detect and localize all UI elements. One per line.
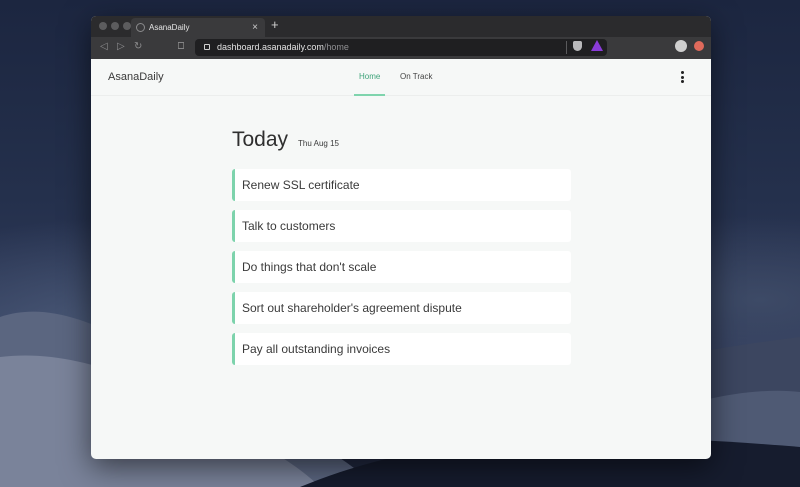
- nav-on-track[interactable]: On Track: [400, 72, 432, 81]
- app-navbar: AsanaDaily Home On Track: [91, 59, 711, 96]
- bookmark-icon[interactable]: ⎕: [178, 41, 184, 52]
- url-path: /home: [323, 42, 349, 52]
- browser-tab[interactable]: AsanaDaily ×: [131, 18, 265, 37]
- tab-bar: AsanaDaily × +: [91, 16, 711, 37]
- address-bar[interactable]: dashboard.asanadaily.com/home: [195, 39, 607, 56]
- forward-icon[interactable]: ▷: [117, 41, 125, 52]
- active-nav-indicator: [354, 94, 385, 96]
- browser-toolbar: ◁ ▷ ↻ ⎕ dashboard.asanadaily.com/home: [91, 37, 711, 59]
- favicon-icon: [136, 23, 145, 32]
- minimize-window-button[interactable]: [111, 22, 119, 30]
- extension-icon[interactable]: [694, 41, 704, 51]
- back-icon[interactable]: ◁: [100, 41, 108, 52]
- brave-rewards-icon[interactable]: [591, 40, 603, 51]
- nav-home[interactable]: Home: [359, 72, 380, 81]
- today-panel: Today Thu Aug 15 Renew SSL certificate T…: [232, 128, 571, 365]
- task-item[interactable]: Renew SSL certificate: [232, 169, 571, 201]
- tab-title: AsanaDaily: [149, 23, 190, 32]
- kebab-menu-icon[interactable]: [681, 71, 685, 85]
- close-tab-icon[interactable]: ×: [252, 18, 258, 37]
- profile-avatar-icon[interactable]: [675, 40, 687, 52]
- page-title: Today: [232, 128, 289, 151]
- reload-icon[interactable]: ↻: [134, 41, 142, 52]
- today-header: Today Thu Aug 15: [232, 128, 571, 156]
- maximize-window-button[interactable]: [123, 22, 131, 30]
- toolbar-divider: [566, 41, 567, 54]
- brand-logo[interactable]: AsanaDaily: [108, 71, 164, 83]
- task-item[interactable]: Sort out shareholder's agreement dispute: [232, 292, 571, 324]
- task-item[interactable]: Talk to customers: [232, 210, 571, 242]
- close-window-button[interactable]: [99, 22, 107, 30]
- lock-icon: [204, 44, 210, 50]
- today-date: Thu Aug 15: [298, 139, 339, 148]
- url-host: dashboard.asanadaily.com: [217, 42, 324, 52]
- task-item[interactable]: Pay all outstanding invoices: [232, 333, 571, 365]
- browser-window: AsanaDaily × + ◁ ▷ ↻ ⎕ dashboard.asanada…: [91, 16, 711, 459]
- new-tab-button[interactable]: +: [271, 17, 279, 32]
- brave-shield-icon[interactable]: [573, 41, 582, 51]
- task-item[interactable]: Do things that don't scale: [232, 251, 571, 283]
